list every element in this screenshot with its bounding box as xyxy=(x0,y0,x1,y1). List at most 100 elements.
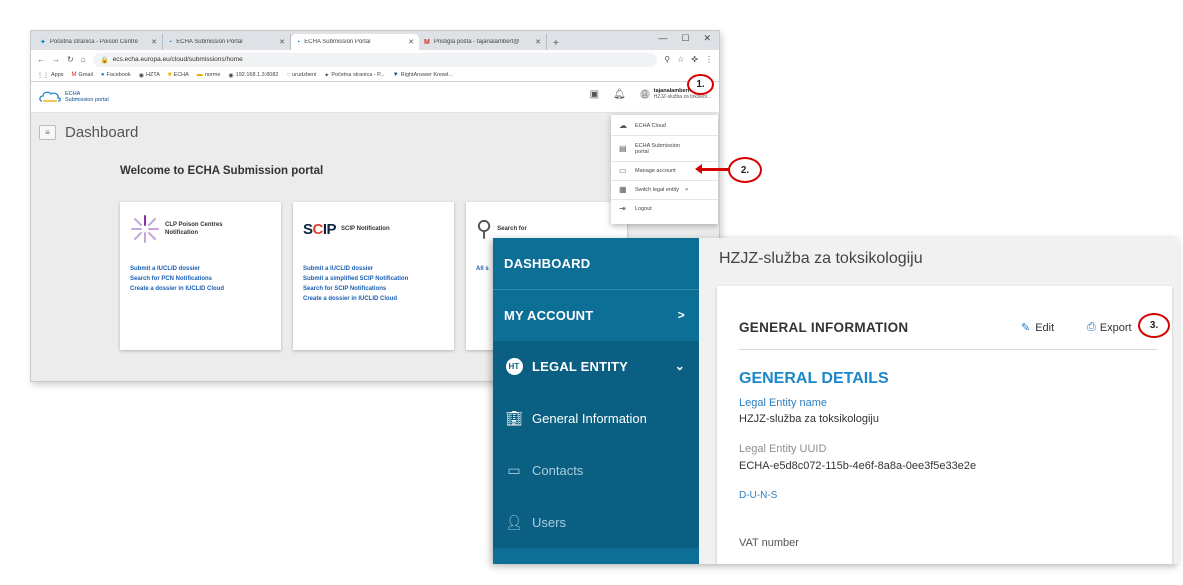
home-icon[interactable]: ⌂ xyxy=(81,55,86,64)
contact-card-icon: ▭ xyxy=(507,461,521,478)
legal-entity-badge-icon: HT xyxy=(505,358,523,375)
minimize-icon[interactable]: — xyxy=(658,33,667,44)
echa-cloud-logo-icon xyxy=(39,91,61,102)
export-icon: ⎙ xyxy=(1087,321,1096,333)
menu-item-submission-portal[interactable]: ▤ ECHA Submission portal xyxy=(611,137,718,160)
portal-header: ECHA Submission portal ▣ 🔔︎ 👤︎ tajanalam… xyxy=(31,82,719,113)
bookmark-item[interactable]: ■ ECHA xyxy=(168,72,189,78)
user-avatar-icon: 👤︎ xyxy=(639,89,650,99)
card-clp-poison-centres: CLP Poison Centres Notification Submit a… xyxy=(120,202,281,350)
search-icon: ⚲ xyxy=(476,216,493,241)
sidebar-item-general-information[interactable]: 🏢︎ General Information xyxy=(493,392,699,444)
menu-divider xyxy=(611,180,718,181)
logout-icon: ⇥ xyxy=(619,204,626,213)
tab-title: ECHA Submission Portal xyxy=(176,39,243,45)
field-value-uuid: ECHA-e5d8c072-115b-4e6f-8a8a-0ee3f5e33e2… xyxy=(739,460,977,472)
menu-divider xyxy=(611,199,718,200)
panel-header: GENERAL INFORMATION ✎ Edit ⎙ Export xyxy=(739,320,1157,350)
bookmark-item[interactable]: ◉ 192.168.1.3:8082 xyxy=(228,72,278,79)
browser-tab-pcn[interactable]: ✦ Početna stranica - Poison Centre ✕ xyxy=(35,34,163,50)
pcn-icon: ✦ xyxy=(324,72,330,79)
sidebar-item-legal-entity[interactable]: HT LEGAL ENTITY ⌄ xyxy=(493,341,699,392)
field-label-uuid: Legal Entity UUID xyxy=(739,443,827,455)
bookmark-item[interactable]: ▼ RightAnswer Knowl... xyxy=(393,72,453,78)
globe-icon: ◉ xyxy=(228,72,234,79)
folder-icon: ▬ xyxy=(196,72,203,78)
close-tab-icon[interactable]: ✕ xyxy=(279,38,285,46)
bookmark-item[interactable]: ◉ HZTA xyxy=(139,72,160,79)
browser-tab-gmail[interactable]: M Pristigla pošta - tajanalambert@ ✕ xyxy=(419,34,547,50)
reload-icon[interactable]: ↻ xyxy=(67,55,74,64)
chevron-right-icon: > xyxy=(677,308,685,322)
sidebar-item-dashboard[interactable]: DASHBOARD xyxy=(493,238,699,289)
close-window-icon[interactable]: ✕ xyxy=(703,33,711,44)
menu-item-echa-cloud[interactable]: ☁︎ ECHA Cloud xyxy=(611,118,718,134)
zoom-icon[interactable]: ⚲ xyxy=(664,55,670,64)
bookmark-item[interactable]: ⋮⋮ Apps xyxy=(37,72,64,79)
chevron-down-icon: ⌄ xyxy=(674,359,685,373)
building-icon: 🏢︎ xyxy=(505,409,523,426)
portal-icon: ▤ xyxy=(619,143,627,153)
bookmark-item[interactable]: ▬ norme xyxy=(197,72,221,78)
link-search-pcn[interactable]: Search for PCN Notifications xyxy=(130,276,271,282)
panel-title: GENERAL INFORMATION xyxy=(739,320,909,335)
bookmark-item[interactable]: ○ urudzbeni xyxy=(286,72,316,78)
account-card-icon: ▭ xyxy=(619,166,627,175)
bookmark-item[interactable]: ● Facebook xyxy=(101,72,131,78)
step-2-callout: 2. xyxy=(728,157,762,183)
gmail-icon: M xyxy=(71,72,77,78)
maximize-icon[interactable]: ☐ xyxy=(681,33,689,44)
sidebar-item-users[interactable]: 👤︎ Users xyxy=(493,496,699,548)
star-icon[interactable]: ☆ xyxy=(677,55,684,64)
sidebar-item-contacts[interactable]: ▭ Contacts xyxy=(493,444,699,496)
pcn-favicon: ✦ xyxy=(40,39,46,46)
page-title: HZJZ-služba za toksikologiju xyxy=(719,250,923,267)
legal-entity-main: HZJZ-služba za toksikologiju GENERAL INF… xyxy=(699,238,1179,564)
welcome-heading: Welcome to ECHA Submission portal xyxy=(120,165,324,177)
link-search-scip[interactable]: Search for SCIP Notifications xyxy=(303,286,444,292)
edit-button[interactable]: ✎ Edit xyxy=(1021,321,1054,335)
bell-icon[interactable]: 🔔︎ xyxy=(613,89,626,100)
window-controls: — ☐ ✕ xyxy=(658,33,711,44)
feedback-icon[interactable]: ▣ xyxy=(590,89,599,100)
close-tab-icon[interactable]: ✕ xyxy=(535,38,541,46)
browser-tabstrip: ✦ Početna stranica - Poison Centre ✕ ◔ E… xyxy=(31,31,719,50)
pcn-logo-icon xyxy=(131,215,159,243)
browser-address-bar: ← → ↻ ⌂ 🔒 ecs.echa.europa.eu/cloud/submi… xyxy=(31,50,719,69)
sidebar-item-my-account[interactable]: MY ACCOUNT > xyxy=(493,290,699,341)
tab-title: ECHA Submission Portal xyxy=(304,39,371,45)
step-3-callout: 3. xyxy=(1138,313,1170,338)
menu-item-switch-legal-entity[interactable]: ▦ Switch legal entity > xyxy=(611,182,718,198)
lock-icon: 🔒 xyxy=(100,56,109,64)
close-tab-icon[interactable]: ✕ xyxy=(408,38,414,46)
link-create-dossier[interactable]: Create a dossier in IUCLID Cloud xyxy=(303,296,444,302)
cloud-icon: ☁︎ xyxy=(619,121,627,130)
extension-icon[interactable]: ✜ xyxy=(691,55,698,64)
link-submit-iuclid-dossier[interactable]: Submit a IUCLID dossier xyxy=(303,266,444,272)
sidebar: DASHBOARD MY ACCOUNT > HT LEGAL ENTITY ⌄… xyxy=(493,238,699,564)
url-input[interactable]: 🔒 ecs.echa.europa.eu/cloud/submissions/h… xyxy=(92,52,658,67)
echa-favicon: ◔ xyxy=(168,38,173,46)
forward-icon[interactable]: → xyxy=(52,55,60,64)
browser-menu-icon[interactable]: ⋮ xyxy=(705,55,713,64)
link-submit-simplified-scip[interactable]: Submit a simplified SCIP Notification xyxy=(303,276,444,282)
link-create-dossier[interactable]: Create a dossier in IUCLID Cloud xyxy=(130,286,271,292)
card-title: Notification xyxy=(165,230,198,236)
menu-item-logout[interactable]: ⇥ Logout xyxy=(611,201,718,217)
export-button[interactable]: ⎙ Export xyxy=(1087,321,1132,334)
globe-icon: ◉ xyxy=(138,72,144,79)
new-tab-button[interactable]: + xyxy=(547,38,565,50)
bookmark-item[interactable]: ✦ Početna stranica - P... xyxy=(324,72,384,79)
browser-tab-echa-1[interactable]: ◔ ECHA Submission Portal ✕ xyxy=(163,34,291,50)
close-tab-icon[interactable]: ✕ xyxy=(151,38,157,46)
hamburger-menu-icon[interactable]: ≡ xyxy=(39,125,56,140)
back-icon[interactable]: ← xyxy=(37,55,45,64)
browser-tab-echa-active[interactable]: ◔ ECHA Submission Portal ✕ xyxy=(291,34,419,50)
bookmark-item[interactable]: M Gmail xyxy=(72,72,93,78)
link-submit-iuclid-dossier[interactable]: Submit a IUCLID dossier xyxy=(130,266,271,272)
apps-icon: ⋮⋮ xyxy=(37,72,49,79)
echa-logo[interactable]: ECHA Submission portal xyxy=(39,90,109,104)
legal-entity-page: DASHBOARD MY ACCOUNT > HT LEGAL ENTITY ⌄… xyxy=(493,238,1179,564)
card-title: Search for xyxy=(497,226,527,232)
gmail-favicon: M xyxy=(424,38,430,46)
